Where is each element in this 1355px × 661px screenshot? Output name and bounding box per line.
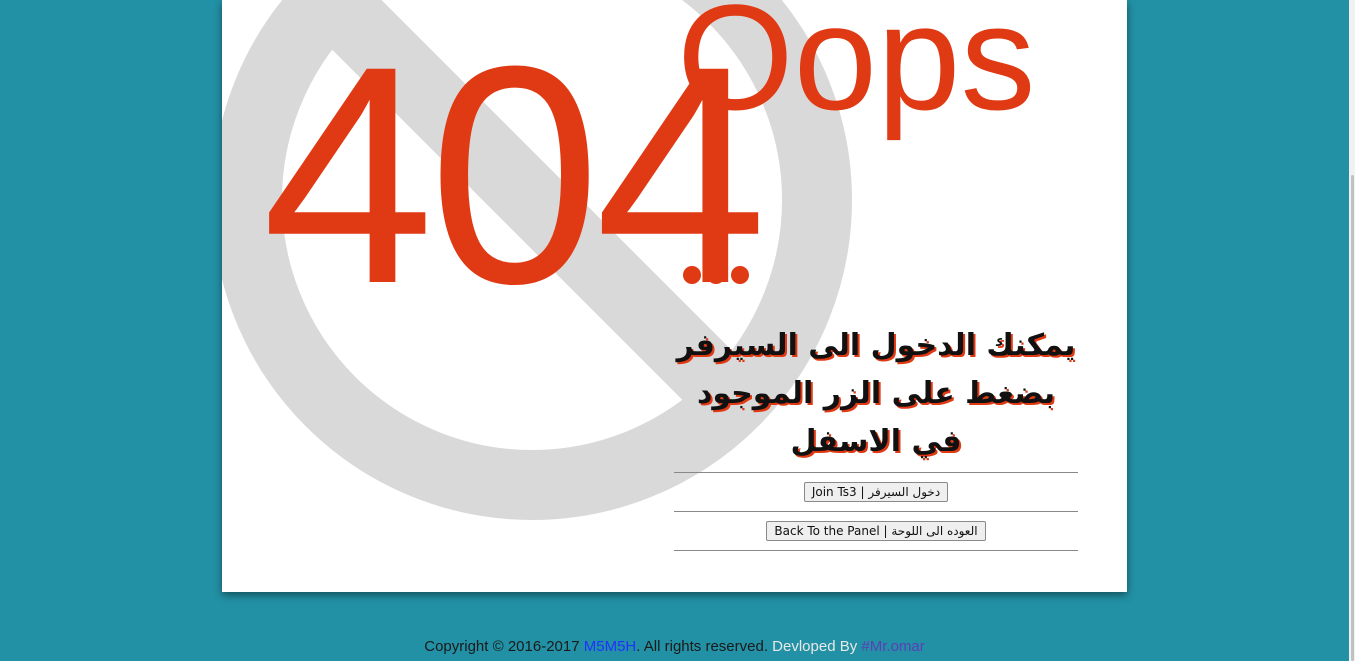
instruction-message: يمكنك الدخول الى السيرفر بضغط على الزر ا…: [676, 328, 1076, 459]
back-to-panel-button[interactable]: Back To the Panel | العوده الى اللوحة: [766, 521, 986, 541]
ellipsis-dots: [683, 266, 749, 284]
oops-text: Oops: [677, 0, 1036, 141]
developed-by-label: Devloped By: [772, 638, 858, 655]
action-list: Join Ts3 | دخول السيرفر Back To the Pane…: [674, 472, 1078, 551]
rights-text: . All rights reserved.: [636, 638, 768, 655]
back-row: Back To the Panel | العوده الى اللوحة: [674, 511, 1078, 551]
brand-link[interactable]: M5M5H: [584, 638, 637, 655]
error-card: 404 Oops يمكنك الدخول الى السيرفر بضغط ع…: [222, 0, 1127, 592]
join-row: Join Ts3 | دخول السيرفر: [674, 472, 1078, 511]
copyright-text: Copyright © 2016-2017: [424, 638, 580, 655]
footer: Copyright © 2016-2017 M5M5H. All rights …: [0, 638, 1349, 655]
scrollbar-thumb[interactable]: [1351, 175, 1354, 661]
developer-link[interactable]: #Mr.omar: [861, 638, 924, 655]
join-server-button[interactable]: Join Ts3 | دخول السيرفر: [803, 482, 949, 502]
